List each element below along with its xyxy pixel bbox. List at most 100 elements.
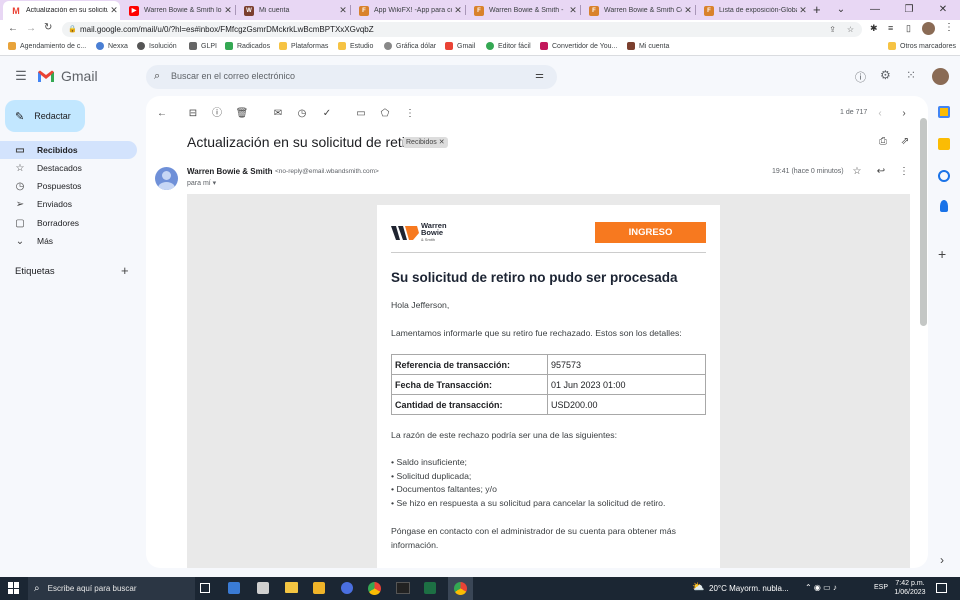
url-field[interactable]: 🔒 mail.google.com/mail/u/0/?hl=es#inbox/… [62,22,862,37]
open-new-window-icon[interactable]: ⇗ [897,134,913,150]
back-to-inbox-icon[interactable]: ← [154,106,170,122]
media-icon[interactable]: ≡ [888,23,893,33]
bookmark-item[interactable]: Nexxa [96,42,128,50]
sidebar-item-recibidos[interactable]: ▭ Recibidos [0,141,137,159]
add-task-icon[interactable]: ✓ [319,106,335,122]
sidebar-item-destacados[interactable]: ☆ Destacados [0,159,137,177]
new-tab-button[interactable]: + [813,2,821,18]
close-icon[interactable]: ✕ [682,5,694,16]
delete-icon[interactable]: 🗑 [234,106,250,122]
browser-tab-2[interactable]: W Mi cuenta ✕ [236,1,349,20]
browser-tab-3[interactable]: F App WikiFX! -App para co ✕ [351,1,464,20]
sidebar-item-pospuestos[interactable]: ◷ Pospuestos [0,177,137,195]
add-label-icon[interactable]: + [121,263,129,278]
app-icon[interactable] [257,582,269,594]
bookmark-item[interactable]: Isolución [137,42,177,50]
profile-avatar[interactable] [922,22,935,35]
close-icon[interactable]: ✕ [567,5,579,16]
help-icon[interactable]: ⓘ [855,69,866,85]
active-app-highlight[interactable] [448,577,473,600]
chevron-down-icon[interactable]: ⌄ [824,0,858,20]
calendar-icon[interactable] [938,106,950,118]
browser-tab-5[interactable]: F Warren Bowie & Smith Co ✕ [581,1,694,20]
bookmark-star-icon[interactable]: ☆ [847,22,854,37]
sidebar-item-mas[interactable]: ⌄ Más [0,232,137,250]
account-avatar[interactable] [932,68,949,85]
snooze-icon[interactable]: ◷ [294,106,310,122]
more-vert-icon[interactable]: ⋮ [896,164,912,180]
notifications-icon[interactable] [936,583,947,593]
bookmark-item[interactable]: Plataformas [279,42,328,50]
app-icon[interactable] [396,582,410,594]
chevron-right-icon[interactable]: › [940,553,944,567]
task-view-icon[interactable] [200,583,210,593]
login-button[interactable]: INGRESO [595,222,706,243]
other-bookmarks[interactable]: Otros marcadores [888,42,956,50]
chrome-icon[interactable] [368,582,381,595]
search-icon[interactable]: ⌕ [154,70,160,83]
browser-tab-0[interactable]: M Actualización en su solicitud ✕ [3,1,120,20]
weather-text[interactable]: 20°C Mayorm. nubla... [709,584,789,593]
side-panel-icon[interactable]: ▯ [906,23,911,34]
recipient-toggle[interactable]: para mí ▾ [187,179,216,187]
search-bar[interactable]: ⌕ Buscar en el correo electrónico ⚌ [146,65,557,89]
keep-icon[interactable] [938,138,950,150]
app-icon[interactable] [341,582,353,594]
bookmark-item[interactable]: Gráfica dólar [384,42,436,50]
older-icon[interactable]: › [896,106,912,122]
reload-icon[interactable]: ↻ [44,22,52,33]
share-icon[interactable]: ⇪ [829,22,836,37]
bookmark-item[interactable]: Editor fácil [486,42,531,50]
tasks-icon[interactable] [938,170,950,182]
browser-tab-1[interactable]: ▶ Warren Bowie & Smith lo ✕ [121,1,234,20]
forward-icon[interactable]: → [26,23,36,34]
close-icon[interactable]: ✕ [337,5,349,16]
sender-name[interactable]: Warren Bowie & Smith [187,167,273,176]
extensions-icon[interactable]: ✱ [870,23,878,34]
label-icon[interactable]: ⬠ [377,106,393,122]
menu-icon[interactable]: ⋮ [944,22,954,33]
scrollbar[interactable] [920,118,927,326]
main-menu-icon[interactable]: ☰ [13,68,29,84]
bookmark-item[interactable]: Gmail [445,42,475,50]
newer-icon[interactable]: ‹ [872,106,888,122]
sidebar-item-borradores[interactable]: ▢ Borradores [0,214,137,232]
report-spam-icon[interactable]: ⓘ [209,106,225,122]
tray-icons[interactable]: ⌃ ◉ ▭ ♪ [805,583,837,592]
star-icon[interactable]: ☆ [849,164,865,180]
bookmark-item[interactable]: Estudio [338,42,373,50]
browser-tab-4[interactable]: F Warren Bowie & Smith - ✕ [466,1,579,20]
sender-avatar[interactable] [155,167,178,190]
move-to-icon[interactable]: ▭ [353,106,369,122]
search-input[interactable]: Buscar en el correo electrónico [171,71,295,81]
language-indicator[interactable]: ESP [874,584,888,591]
close-icon[interactable]: ✕ [452,5,464,16]
gear-icon[interactable]: ⚙ [880,68,891,82]
bookmark-item[interactable]: Agendamiento de c... [8,42,86,50]
taskbar-search[interactable]: ⌕ Escribe aquí para buscar [28,577,195,600]
sidebar-item-enviados[interactable]: ➢ Enviados [0,195,137,213]
mark-unread-icon[interactable]: ✉ [270,106,286,122]
compose-button[interactable]: ✎ Redactar [5,100,85,132]
filter-options-icon[interactable]: ⚌ [535,70,544,81]
store-icon[interactable] [313,582,325,594]
archive-icon[interactable]: ⊟ [185,106,201,122]
restore-icon[interactable]: ❐ [892,0,926,20]
contacts-icon[interactable] [940,200,948,212]
minimize-icon[interactable]: — [858,0,892,20]
add-addon-icon[interactable]: + [938,246,946,262]
clock[interactable]: 7:42 p.m. 1/06/2023 [891,579,929,597]
print-icon[interactable]: ⎙ [875,134,891,150]
bookmark-item[interactable]: Mi cuenta [627,42,669,50]
bookmark-item[interactable]: Convertidor de You... [540,42,617,50]
browser-tab-6[interactable]: F Lista de exposición-Globa ✕ [696,1,809,20]
bookmark-item[interactable]: Radicados [225,42,270,50]
file-explorer-icon[interactable] [285,582,298,593]
windows-start-icon[interactable] [8,582,20,594]
reply-icon[interactable]: ↩ [873,164,889,180]
label-chip[interactable]: Recibidos ✕ [403,137,448,148]
taskbar-search-input[interactable]: Escribe aquí para buscar [48,584,137,593]
apps-grid-icon[interactable]: ⁙ [906,68,916,82]
close-icon[interactable]: ✕ [108,5,120,16]
bookmark-item[interactable]: GLPI [189,42,217,50]
